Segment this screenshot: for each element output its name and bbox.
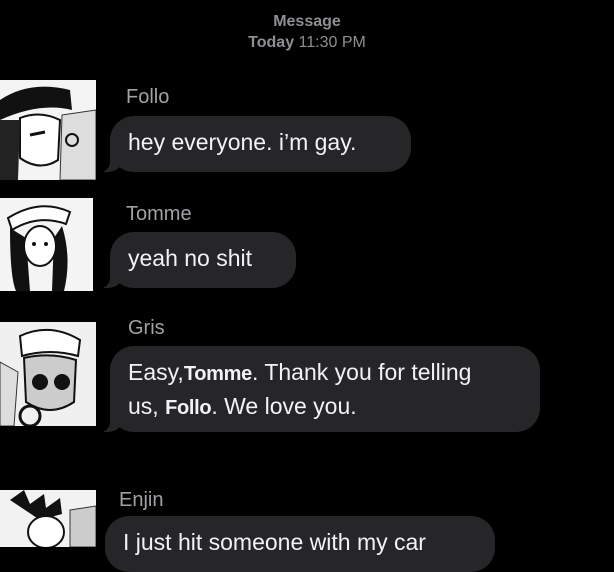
avatar-tomme[interactable] — [0, 198, 93, 291]
manga-portrait-icon — [0, 198, 93, 291]
avatar-enjin[interactable] — [0, 490, 96, 547]
text-part: Easy, — [128, 359, 184, 385]
mention-follo: Follo — [165, 397, 212, 419]
message-bubble[interactable]: hey everyone. i’m gay. — [96, 116, 411, 172]
text-part: . We love you. — [211, 393, 357, 419]
message-bubble[interactable]: I just hit someone with my car — [105, 516, 495, 572]
message-bubble[interactable]: yeah no shit — [96, 232, 296, 288]
bubble-tail — [96, 412, 124, 432]
timestamp-time: 11:30 PM — [298, 34, 366, 51]
manga-portrait-icon — [0, 490, 96, 547]
conversation-header: Message Today 11:30 PM — [0, 12, 614, 54]
message-text: hey everyone. i’m gay. — [128, 129, 357, 155]
mention-tomme: Tomme — [183, 363, 252, 385]
manga-portrait-icon — [0, 80, 96, 180]
avatar-gris[interactable] — [0, 322, 96, 426]
bubble-tail — [96, 268, 124, 288]
text-part: us, — [128, 393, 159, 419]
timestamp: Today 11:30 PM — [0, 32, 614, 54]
service-label: Message — [273, 13, 341, 30]
text-part: . Thank you for telling — [251, 359, 472, 385]
sender-name: Enjin — [119, 489, 164, 511]
avatar-follo[interactable] — [0, 80, 96, 180]
sender-name: Gris — [128, 317, 165, 339]
message-text: I just hit someone with my car — [123, 529, 426, 555]
message-bubble[interactable]: Easy,Tomme. Thank you for telling us, Fol… — [96, 346, 540, 432]
manga-portrait-icon — [0, 322, 96, 426]
message-text: Easy,Tomme. Thank you for telling us, Fol… — [128, 356, 522, 424]
sender-name: Tomme — [126, 203, 192, 225]
bubble-tail — [96, 152, 124, 172]
sender-name: Follo — [126, 86, 170, 108]
message-text: yeah no shit — [128, 245, 253, 271]
timestamp-day: Today — [248, 34, 295, 51]
